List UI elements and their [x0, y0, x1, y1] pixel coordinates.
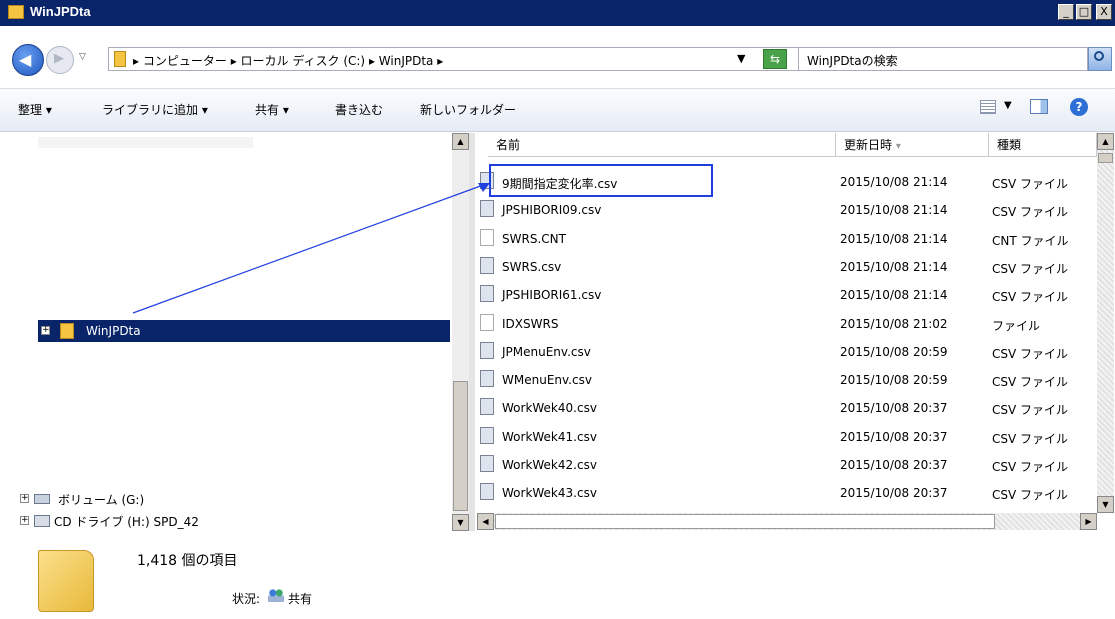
folder-large-icon — [38, 550, 94, 612]
highlight-box — [489, 164, 713, 197]
details-pane: 1,418 個の項目 状況: 共有 — [0, 540, 1115, 619]
status-label: 状況: — [232, 592, 261, 606]
status-value: 共有 — [288, 592, 313, 606]
arrow-head-icon — [478, 183, 490, 192]
item-count: 1,418 個の項目 — [137, 553, 238, 569]
annotation-arrow — [132, 183, 487, 314]
annotation-overlay — [132, 164, 713, 314]
share-users-icon — [268, 588, 284, 602]
